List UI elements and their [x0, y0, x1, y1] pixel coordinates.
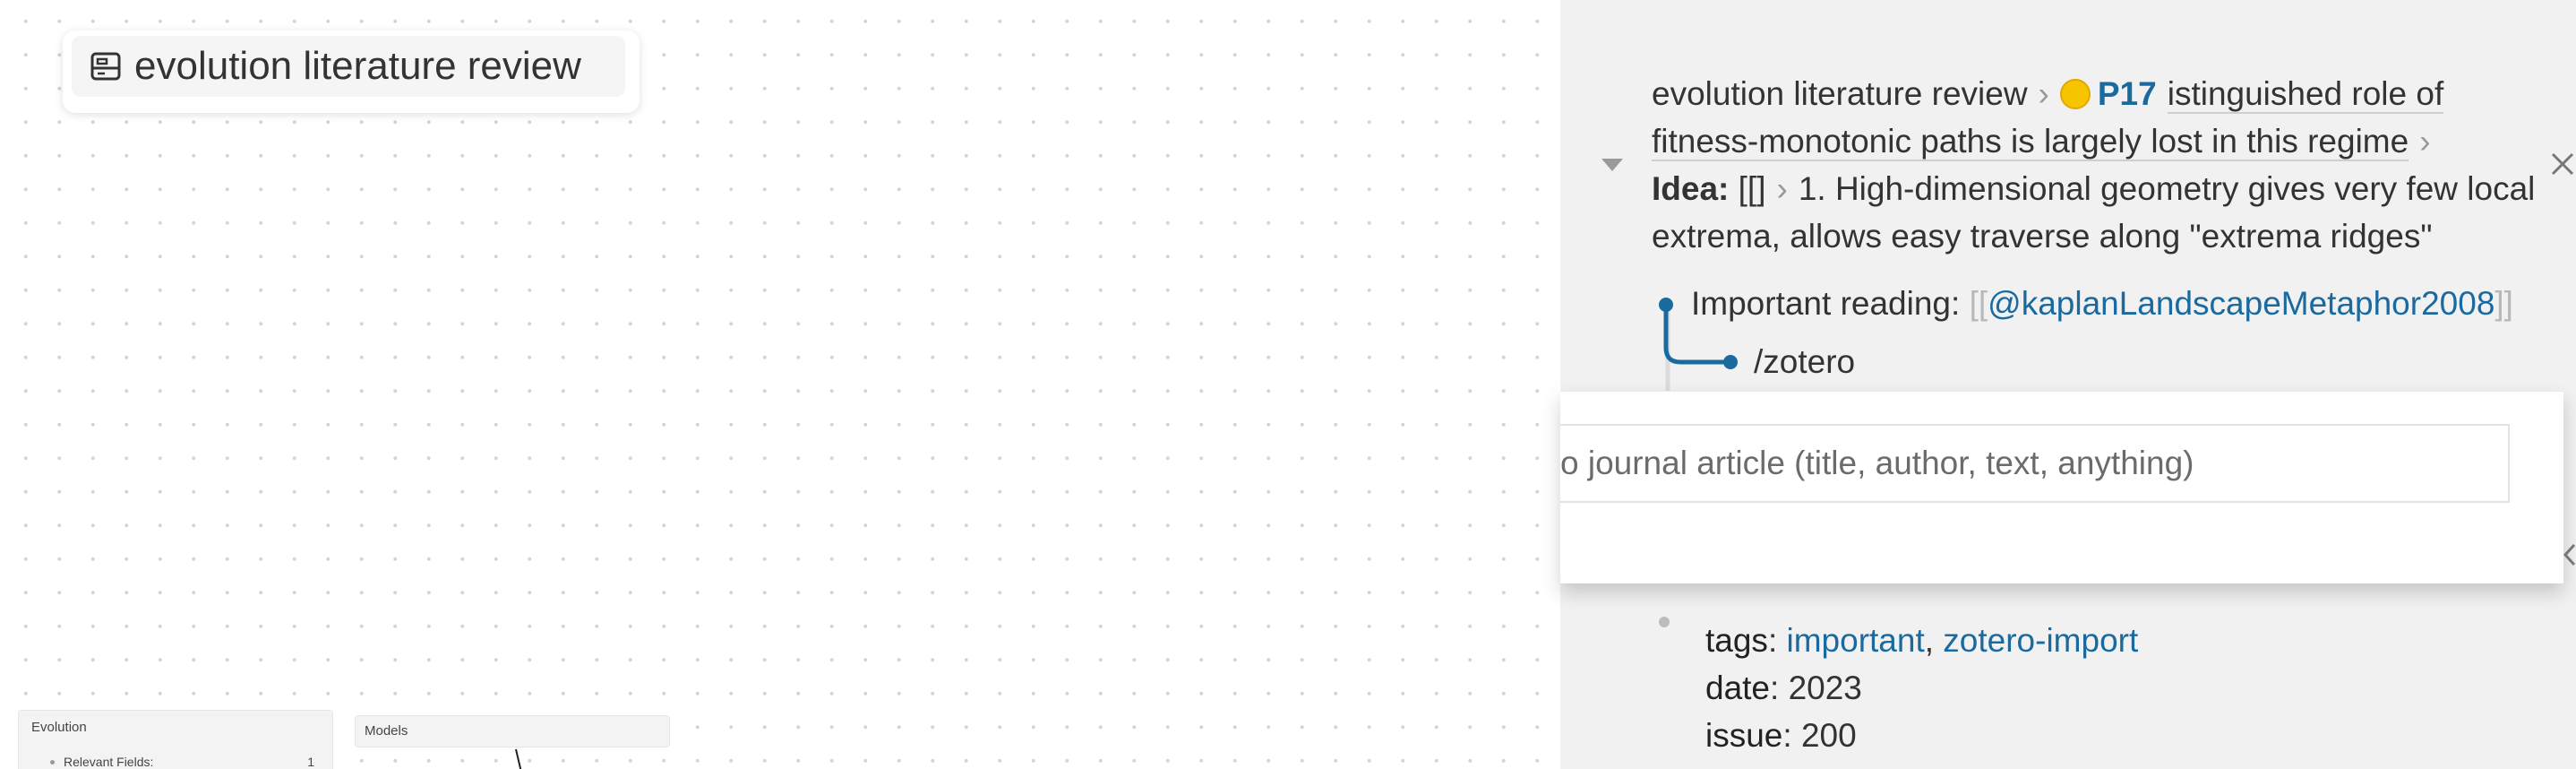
- whiteboard-icon: [90, 52, 121, 81]
- property-key: date: [1705, 670, 1771, 706]
- yellow-circle-icon: [2059, 79, 2091, 109]
- card-models-header: Models: [365, 723, 408, 739]
- property-publisher: Publisher: The Royal Society: [1705, 759, 2138, 769]
- breadcrumb-idea-link[interactable]: [[]: [1739, 170, 1766, 207]
- card-evolution-row-count: 1: [307, 755, 314, 769]
- link-close-bracket: ]]: [2494, 285, 2513, 322]
- chevron-left-icon[interactable]: [2560, 541, 2576, 568]
- whiteboard-title-card[interactable]: evolution literature review: [63, 30, 640, 113]
- tag-link[interactable]: important: [1787, 622, 1925, 659]
- chevron-right-icon: ›: [2038, 75, 2049, 112]
- whiteboard-title-inner: evolution literature review: [72, 36, 625, 97]
- citation-link[interactable]: @kaplanLandscapeMetaphor2008: [1988, 285, 2494, 322]
- property-key: tags: [1705, 622, 1768, 659]
- property-value: 2023: [1788, 670, 1862, 706]
- property-tags: tags: important, zotero-import: [1705, 622, 2139, 659]
- search-input[interactable]: [1560, 424, 2510, 503]
- property-key: issue: [1705, 717, 1783, 754]
- tag-link[interactable]: zotero-import: [1943, 622, 2138, 659]
- close-icon[interactable]: [2549, 151, 2576, 177]
- block-reading-label: Important reading:: [1691, 285, 1961, 322]
- whiteboard-canvas[interactable]: evolution literature review Evolution Re…: [0, 0, 1560, 769]
- property-value: 200: [1800, 717, 1857, 754]
- bullet-dot: [50, 760, 55, 765]
- card-evolution-header: Evolution: [31, 720, 87, 735]
- breadcrumb-page[interactable]: evolution literature review: [1652, 75, 2028, 112]
- chevron-right-icon: ›: [1776, 170, 1788, 207]
- connector-line[interactable]: [502, 744, 537, 769]
- breadcrumb-idea-label: Idea:: [1652, 170, 1730, 207]
- chevron-right-icon: ›: [2419, 123, 2431, 160]
- card-evolution[interactable]: Evolution Relevant Fields: 1: [18, 710, 333, 769]
- card-models[interactable]: Models: [355, 715, 670, 747]
- block-zotero-command[interactable]: /zotero: [1754, 343, 1855, 381]
- breadcrumb-marker[interactable]: P17: [2098, 75, 2157, 112]
- card-evolution-row-label: Relevant Fields:: [64, 755, 154, 769]
- collapse-arrow-icon[interactable]: [1600, 156, 1625, 174]
- link-open-bracket: [[: [1969, 285, 1988, 322]
- property-issue: issue: 200: [1705, 717, 1857, 754]
- search-popup: [1560, 391, 2563, 583]
- whiteboard-title: evolution literature review: [134, 44, 581, 88]
- properties-block[interactable]: tags: important, zotero-import date: 202…: [1705, 617, 2138, 769]
- breadcrumb: evolution literature review › P17 istinguis…: [1652, 70, 2547, 260]
- block-bullet[interactable]: [1659, 617, 1670, 627]
- property-date: date: 2023: [1705, 670, 1862, 706]
- block-important-reading[interactable]: Important reading: [[@kaplanLandscapeMet…: [1691, 285, 2513, 323]
- right-sidebar: evolution literature review › P17 istinguis…: [1560, 0, 2576, 769]
